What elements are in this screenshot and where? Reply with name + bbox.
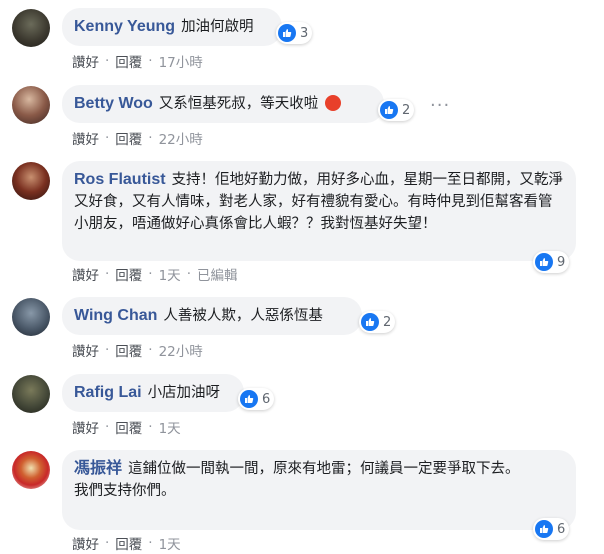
- comment-bubble: Wing Chan 人善被人欺，人惡係恆基: [62, 297, 362, 335]
- thumbs-up-icon: [278, 24, 296, 42]
- author-name[interactable]: Kenny Yeung: [74, 18, 175, 35]
- comment-text: 加油何啟明: [181, 19, 254, 35]
- timestamp[interactable]: 1天: [159, 417, 181, 437]
- timestamp[interactable]: 22小時: [159, 340, 203, 360]
- thumbs-up-icon: [535, 253, 553, 271]
- comment-actions: 讚好 · 回覆 · 22小時: [72, 128, 203, 148]
- author-name[interactable]: Betty Woo: [74, 95, 153, 112]
- thumbs-up-icon: [361, 313, 379, 331]
- like-button[interactable]: 讚好: [72, 264, 99, 284]
- comment-text-line2: 我們支持你們。: [74, 483, 176, 499]
- like-button[interactable]: 讚好: [72, 417, 99, 437]
- comment-actions: 讚好 · 回覆 · 17小時: [72, 51, 203, 71]
- timestamp[interactable]: 17小時: [159, 51, 203, 71]
- timestamp[interactable]: 22小時: [159, 128, 203, 148]
- avatar[interactable]: [12, 9, 50, 47]
- like-button[interactable]: 讚好: [72, 51, 99, 71]
- comment-text: 這鋪位做一間執一間，原來有地雷；何議員一定要爭取下去。: [128, 461, 520, 477]
- comment-text: 人善被人欺，人惡係恆基: [163, 308, 323, 324]
- reaction-count[interactable]: 3: [276, 22, 313, 44]
- reply-button[interactable]: 回覆: [115, 417, 142, 437]
- comment-bubble: Ros Flautist 支持！佢地好勤力做，用好多心血，星期一至日都開，又乾淨又…: [62, 161, 576, 261]
- avatar[interactable]: [12, 86, 50, 124]
- avatar[interactable]: [12, 298, 50, 336]
- edited-label[interactable]: 已編輯: [197, 264, 238, 284]
- timestamp[interactable]: 1天: [159, 264, 181, 284]
- author-name[interactable]: Rafig Lai: [74, 384, 142, 401]
- comment-text: 又系恒基死叔，等天收啦: [158, 96, 319, 112]
- like-button[interactable]: 讚好: [72, 340, 99, 360]
- like-button[interactable]: 讚好: [72, 128, 99, 148]
- timestamp[interactable]: 1天: [159, 533, 181, 553]
- comment-actions: 讚好 · 回覆 · 1天 · 已編輯: [72, 264, 238, 284]
- comment-actions: 讚好 · 回覆 · 22小時: [72, 340, 203, 360]
- reply-button[interactable]: 回覆: [115, 340, 142, 360]
- angry-emoji-icon: [325, 95, 342, 111]
- reply-button[interactable]: 回覆: [115, 264, 142, 284]
- reply-button[interactable]: 回覆: [115, 51, 142, 71]
- avatar[interactable]: [12, 162, 50, 200]
- author-name[interactable]: Wing Chan: [74, 307, 157, 324]
- reaction-count[interactable]: 9: [533, 251, 570, 273]
- thumbs-up-icon: [380, 101, 398, 119]
- reaction-count[interactable]: 2: [359, 311, 396, 333]
- comment-bubble: 馮振祥 這鋪位做一間執一間，原來有地雷；何議員一定要爭取下去。 我們支持你們。: [62, 450, 576, 530]
- like-count: 6: [262, 391, 271, 407]
- avatar[interactable]: [12, 375, 50, 413]
- reaction-count[interactable]: 6: [533, 518, 570, 540]
- avatar[interactable]: [12, 451, 50, 489]
- comment-actions: 讚好 · 回覆 · 1天: [72, 533, 181, 553]
- reply-button[interactable]: 回覆: [115, 533, 142, 553]
- reply-button[interactable]: 回覆: [115, 128, 142, 148]
- more-options-icon[interactable]: ···: [430, 95, 450, 116]
- thumbs-up-icon: [240, 390, 258, 408]
- reaction-count[interactable]: 6: [238, 388, 275, 410]
- author-name[interactable]: Ros Flautist: [74, 171, 166, 188]
- comment-text: 小店加油呀: [147, 385, 221, 401]
- thumbs-up-icon: [535, 520, 553, 538]
- like-count: 6: [557, 521, 566, 537]
- reaction-count[interactable]: 2: [378, 99, 415, 121]
- comment-bubble: Betty Woo 又系恒基死叔，等天收啦: [62, 85, 384, 123]
- like-button[interactable]: 讚好: [72, 533, 99, 553]
- like-count: 2: [383, 314, 392, 330]
- comment-bubble: Kenny Yeung 加油何啟明: [62, 8, 282, 46]
- like-count: 3: [300, 25, 309, 41]
- comment-bubble: Rafig Lai 小店加油呀: [62, 374, 244, 412]
- author-name[interactable]: 馮振祥: [74, 460, 122, 477]
- like-count: 2: [402, 102, 411, 118]
- comment-actions: 讚好 · 回覆 · 1天: [72, 417, 181, 437]
- like-count: 9: [557, 254, 566, 270]
